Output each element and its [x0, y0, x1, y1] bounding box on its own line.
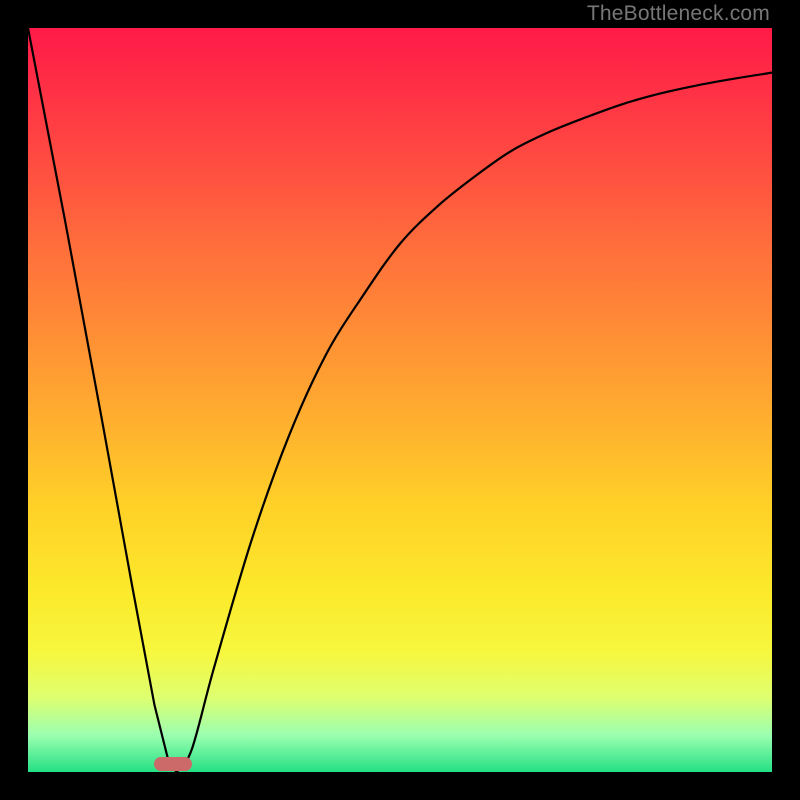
watermark-text: TheBottleneck.com: [587, 2, 770, 26]
chart-frame: TheBottleneck.com: [0, 0, 800, 800]
bottleneck-curve: [28, 28, 772, 772]
plot-area: [28, 28, 772, 772]
optimum-marker: [154, 757, 192, 771]
